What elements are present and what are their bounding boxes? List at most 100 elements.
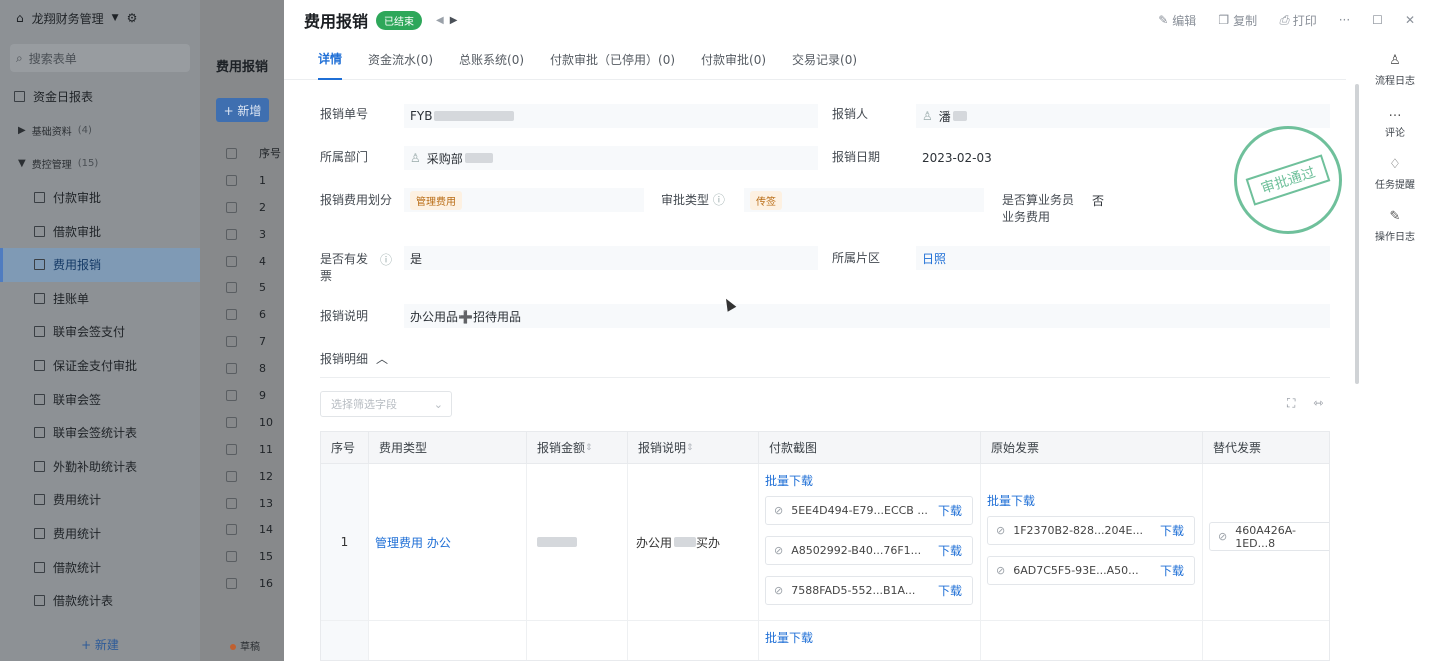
- sidebar-item[interactable]: 费用统计: [0, 517, 200, 551]
- list-row[interactable]: 15: [226, 543, 284, 570]
- tab[interactable]: 总账系统(0): [459, 40, 524, 80]
- download-button[interactable]: 下载: [938, 542, 962, 559]
- column-header[interactable]: 序号: [321, 432, 369, 464]
- batch-download-link[interactable]: 批量下载: [987, 492, 1035, 509]
- list-row[interactable]: 6: [226, 301, 284, 328]
- file-name[interactable]: A8502992-B40...76F1...: [791, 544, 921, 557]
- list-row[interactable]: 5: [226, 274, 284, 301]
- row-checkbox[interactable]: [226, 578, 237, 590]
- tab[interactable]: 详情: [318, 40, 343, 80]
- row-checkbox[interactable]: [226, 389, 237, 401]
- detail-section-header[interactable]: 报销明细 ︿: [320, 350, 388, 367]
- tab[interactable]: 付款审批(0): [701, 40, 766, 80]
- gear-icon[interactable]: ⚙: [127, 11, 138, 25]
- list-row[interactable]: 11: [226, 436, 284, 463]
- file-name[interactable]: 7588FAD5-552...B1A...: [791, 584, 915, 597]
- download-button[interactable]: 下载: [938, 582, 962, 599]
- edit-button[interactable]: ✎ 编辑: [1158, 12, 1196, 29]
- download-button[interactable]: 下载: [1160, 522, 1184, 539]
- fullscreen-icon[interactable]: ⛶: [1287, 396, 1295, 411]
- row-checkbox[interactable]: [226, 282, 237, 294]
- row-checkbox[interactable]: [226, 228, 237, 240]
- list-row[interactable]: 16: [226, 570, 284, 597]
- prev-record-icon[interactable]: ◀: [436, 15, 450, 26]
- sidebar-item[interactable]: 联审会签统计表: [0, 416, 200, 450]
- file-attachment[interactable]: ⊘ 1F2370B2-828...204E... 下载: [987, 516, 1195, 545]
- select-all-checkbox[interactable]: [226, 147, 237, 159]
- column-header[interactable]: 费用类型: [369, 432, 527, 464]
- sidebar-item[interactable]: 资金日报表: [0, 80, 200, 114]
- file-attachment[interactable]: ⊘ A8502992-B40...76F1... 下载: [765, 536, 973, 565]
- row-checkbox[interactable]: [226, 174, 237, 186]
- sort-icon[interactable]: ⇕: [686, 443, 694, 453]
- list-row[interactable]: 2: [226, 194, 284, 221]
- sidebar-item[interactable]: 费用报销: [0, 247, 200, 282]
- row-checkbox[interactable]: [226, 551, 237, 563]
- file-name[interactable]: 5EE4D494-E79...ECCB ...: [791, 504, 928, 517]
- row-checkbox[interactable]: [226, 443, 237, 455]
- batch-download-link[interactable]: 批量下载: [765, 629, 813, 646]
- info-icon[interactable]: ⓘ: [380, 251, 392, 268]
- tab[interactable]: 付款审批（已停用）(0): [550, 40, 675, 80]
- list-row[interactable]: 8: [226, 355, 284, 382]
- print-button[interactable]: ⎙ 打印: [1279, 12, 1317, 29]
- sidebar-item[interactable]: ▶ 基础资料 (4): [0, 114, 200, 148]
- tab[interactable]: 交易记录(0): [792, 40, 857, 80]
- row-checkbox[interactable]: [226, 524, 237, 536]
- side-action[interactable]: ♙ 流程日志: [1375, 44, 1415, 96]
- side-action[interactable]: … 评论: [1385, 96, 1405, 148]
- list-row[interactable]: 1: [226, 167, 284, 194]
- sidebar-item[interactable]: 借款审批: [0, 214, 200, 248]
- row-checkbox[interactable]: [226, 201, 237, 213]
- list-row[interactable]: 14: [226, 516, 284, 543]
- column-header[interactable]: 付款截图: [759, 432, 981, 464]
- sort-icon[interactable]: ⇕: [585, 443, 593, 453]
- file-attachment[interactable]: ⊘ 7588FAD5-552...B1A... 下载: [765, 576, 973, 605]
- column-header[interactable]: 报销说明 ⇕: [628, 432, 759, 464]
- download-button[interactable]: 下载: [938, 502, 962, 519]
- new-form-button[interactable]: + 新建: [0, 636, 200, 653]
- side-action[interactable]: ♢ 任务提醒: [1375, 148, 1415, 200]
- file-attachment[interactable]: ⊘ 460A426A-1ED...8: [1209, 522, 1329, 551]
- maximize-icon[interactable]: ☐: [1372, 13, 1383, 27]
- sidebar-item[interactable]: ▼ 费控管理 (15): [0, 147, 200, 181]
- row-checkbox[interactable]: [226, 363, 237, 375]
- filter-select[interactable]: 选择筛选字段 ⌄: [320, 391, 452, 417]
- menu-search-input[interactable]: ⌕ 搜索表单: [10, 44, 190, 72]
- list-row[interactable]: 3: [226, 221, 284, 248]
- row-checkbox[interactable]: [226, 497, 237, 509]
- expand-columns-icon[interactable]: ⇿: [1313, 396, 1323, 411]
- file-attachment[interactable]: ⊘ 5EE4D494-E79...ECCB ... 下载: [765, 496, 973, 525]
- column-header[interactable]: 替代发票: [1203, 432, 1329, 464]
- file-name[interactable]: 1F2370B2-828...204E...: [1013, 524, 1143, 537]
- more-button[interactable]: ···: [1339, 13, 1350, 27]
- sidebar-item[interactable]: 费用统计: [0, 483, 200, 517]
- sidebar-item[interactable]: 借款统计: [0, 550, 200, 584]
- column-header[interactable]: 原始发票: [981, 432, 1203, 464]
- row-checkbox[interactable]: [226, 470, 237, 482]
- list-row[interactable]: 13: [226, 490, 284, 517]
- row-checkbox[interactable]: [226, 336, 237, 348]
- copy-button[interactable]: ❐ 复制: [1218, 12, 1257, 29]
- sidebar-item[interactable]: 付款审批: [0, 181, 200, 215]
- row-checkbox[interactable]: [226, 416, 237, 428]
- batch-download-link[interactable]: 批量下载: [765, 472, 813, 489]
- sidebar-item[interactable]: 挂账单: [0, 282, 200, 316]
- side-action[interactable]: ✎ 操作日志: [1375, 200, 1415, 252]
- file-attachment[interactable]: ⊘ 6AD7C5F5-93E...A50... 下载: [987, 556, 1195, 585]
- list-row[interactable]: 10: [226, 409, 284, 436]
- column-header[interactable]: 报销金额 ⇕: [527, 432, 628, 464]
- home-icon[interactable]: ⌂: [16, 11, 24, 25]
- add-button[interactable]: + 新增: [216, 98, 269, 122]
- row-checkbox[interactable]: [226, 309, 237, 321]
- file-name[interactable]: 460A426A-1ED...8: [1235, 524, 1329, 550]
- sidebar-item[interactable]: 借款统计表: [0, 584, 200, 618]
- list-row[interactable]: 7: [226, 328, 284, 355]
- expense-type-link[interactable]: 管理费用 办公: [375, 534, 451, 551]
- info-icon[interactable]: ⓘ: [713, 193, 725, 207]
- sidebar-item[interactable]: 外勤补助统计表: [0, 450, 200, 484]
- file-name[interactable]: 6AD7C5F5-93E...A50...: [1013, 564, 1138, 577]
- list-row[interactable]: 12: [226, 463, 284, 490]
- row-checkbox[interactable]: [226, 255, 237, 267]
- scrollbar[interactable]: [1355, 84, 1359, 384]
